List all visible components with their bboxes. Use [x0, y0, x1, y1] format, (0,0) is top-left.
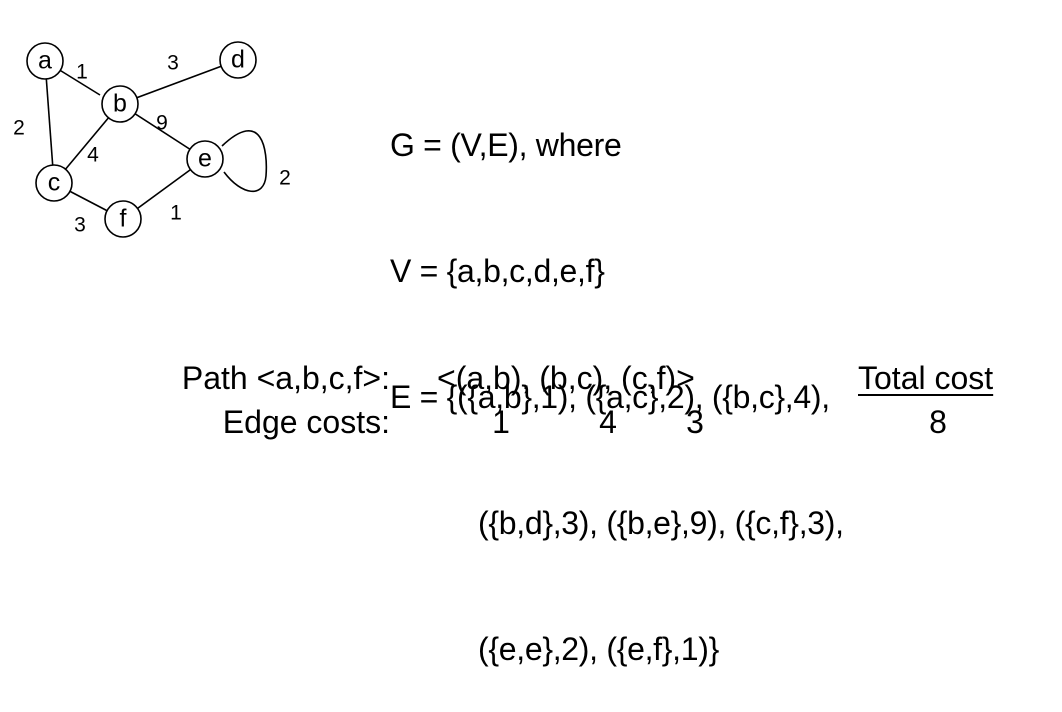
node-e-label: e	[198, 145, 212, 173]
node-b-label: b	[113, 90, 127, 118]
total-cost-value: 8	[929, 404, 947, 440]
graph-edge-weights: 1 2 4 3 9 3 2 1	[13, 52, 291, 237]
edge-e-e-loop	[221, 130, 268, 193]
edge-weight-e-f: 1	[170, 202, 182, 225]
node-a-label: a	[38, 47, 52, 75]
edge-weight-a-b: 1	[76, 61, 88, 84]
edge-weight-b-e: 9	[156, 112, 168, 135]
definition-line-e-2: ({b,d},3), ({b,e},9), ({c,f},3),	[478, 505, 844, 541]
edge-cost-c-f: 3	[686, 404, 704, 440]
edge-weight-a-c: 2	[13, 117, 25, 140]
edge-weight-c-f: 3	[74, 214, 86, 237]
weighted-graph-diagram: a b c d e f 1 2 4 3 9 3 2 1	[13, 41, 291, 238]
node-c-label: c	[48, 169, 61, 197]
definition-line-v: V = {a,b,c,d,e,f}	[390, 253, 605, 289]
total-cost-heading: Total cost	[858, 360, 994, 396]
edge-weight-b-c: 4	[87, 144, 99, 167]
path-label: Path <a,b,c,f>:	[181, 360, 390, 396]
path-edge-sequence: <(a,b), (b,c), (c,f)>	[437, 360, 695, 396]
edge-weight-e-e: 2	[279, 167, 291, 190]
edge-cost-a-b: 1	[492, 404, 510, 440]
node-d-label: d	[231, 46, 245, 74]
edge-weight-b-d: 3	[167, 52, 179, 75]
edge-costs-label: Edge costs:	[222, 404, 390, 440]
definition-line-g: G = (V,E), where	[390, 127, 622, 163]
definition-line-e-3: ({e,e},2), ({e,f},1)}	[478, 631, 719, 667]
graph-edges	[44, 59, 268, 220]
edge-cost-b-c: 4	[599, 404, 617, 440]
edge-b-d	[119, 59, 239, 105]
node-f-label: f	[120, 205, 127, 233]
